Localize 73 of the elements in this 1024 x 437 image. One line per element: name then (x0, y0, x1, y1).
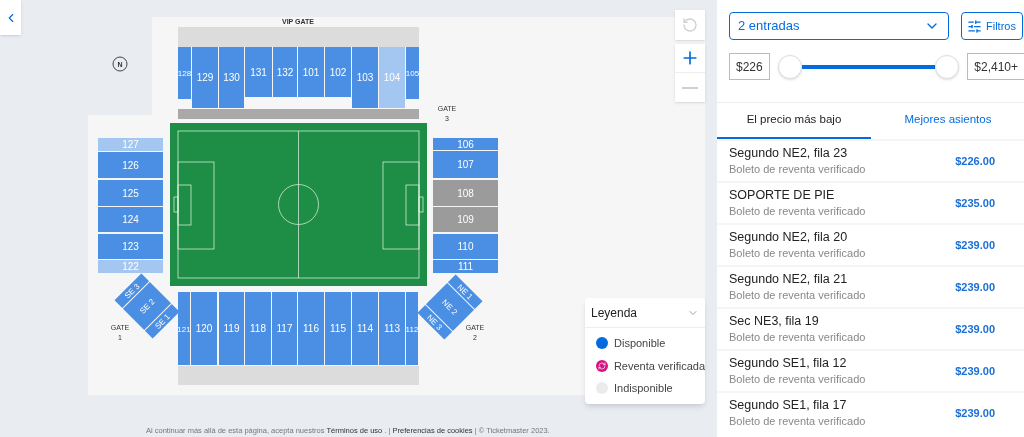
listing-row[interactable]: Segundo NE2, fila 20 Boleto de reventa verificado $239.00 (717, 225, 1024, 265)
seating-section[interactable]: 123 (98, 234, 163, 259)
seating-section[interactable]: 111 (433, 260, 498, 273)
seating-section[interactable]: 122 (98, 260, 163, 273)
seating-section[interactable]: 109 (433, 207, 498, 232)
listing-price: $239.00 (955, 405, 995, 421)
legend-title: Leyenda (591, 304, 638, 322)
listing-subtitle: Boleto de reventa verificado (729, 330, 866, 345)
listing-subtitle: Boleto de reventa verificado (729, 246, 866, 261)
seating-section[interactable]: 125 (98, 180, 163, 206)
tab[interactable]: Mejores asientos (871, 103, 1024, 139)
sliders-icon (967, 18, 982, 34)
seating-section[interactable]: 117 (272, 292, 297, 365)
listing-title: Segundo SE1, fila 12 (729, 355, 848, 372)
listing-price: $239.00 (955, 363, 995, 379)
seating-section[interactable]: 107 (433, 151, 498, 178)
seating-section[interactable]: 124 (98, 207, 163, 232)
legend-label: Disponible (614, 336, 666, 351)
slider-thumb[interactable] (777, 54, 802, 79)
seating-section[interactable]: 103 (352, 47, 378, 108)
listing-title: Segundo NE2, fila 20 (729, 229, 849, 246)
listing-title: Segundo NE2, fila 23 (729, 145, 849, 162)
seating-section[interactable]: 118 (245, 292, 271, 365)
min-price-field[interactable]: $226 (729, 53, 770, 80)
seating-section[interactable]: 130 (219, 47, 244, 108)
seating-section[interactable]: 126 (98, 152, 163, 178)
seating-section[interactable]: 104 (379, 47, 405, 108)
listing-title: Sec NE3, fila 19 (729, 313, 820, 330)
seating-section[interactable]: 120 (191, 292, 217, 365)
seating-section[interactable]: 116 (298, 292, 324, 365)
listing-price: $239.00 (955, 279, 995, 295)
listing-subtitle: Boleto de reventa verificado (729, 414, 866, 429)
listing-row[interactable]: Segundo NE2, fila 21 Boleto de reventa verificado $239.00 (717, 267, 1024, 307)
seating-section[interactable]: 112 (405, 292, 419, 365)
seating-section[interactable]: 110 (433, 234, 498, 259)
listing-row[interactable]: Segundo SE1, fila 12 Boleto de reventa verificado $239.00 (717, 351, 1024, 391)
listing-title: Segundo SE1, fila 17 (729, 397, 848, 414)
quantity-value: 2 entradas (738, 17, 800, 36)
seating-section[interactable]: 101 (298, 47, 324, 97)
seating-section[interactable]: 119 (219, 292, 244, 365)
listing-price: $239.00 (955, 321, 995, 337)
listing-subtitle: Boleto de reventa verificado (729, 162, 866, 177)
listing-price: $235.00 (955, 195, 995, 211)
listing-row[interactable]: Sec NE3, fila 19 Boleto de reventa verificado $239.00 (717, 309, 1024, 349)
listing-row[interactable]: SOPORTE DE PIE Boleto de reventa verificado $235.00 (717, 183, 1024, 223)
back-button[interactable] (0, 0, 21, 35)
seating-section[interactable]: 114 (352, 292, 378, 365)
slider-thumb[interactable] (935, 54, 960, 79)
seating-section[interactable]: 108 (433, 180, 498, 206)
quantity-dropdown[interactable]: 2 entradas (729, 12, 949, 40)
seating-section[interactable]: 115 (325, 292, 351, 365)
seating-section[interactable]: 127 (98, 138, 163, 151)
max-price-field[interactable]: $2,410+ (967, 53, 1024, 80)
listing-title: Segundo NE2, fila 21 (729, 271, 849, 288)
listing-price: $226.00 (955, 153, 995, 169)
seating-section[interactable]: 102 (325, 47, 351, 97)
seating-section[interactable]: 113 (379, 292, 405, 365)
listing-price: $239.00 (955, 237, 995, 253)
seating-section[interactable]: 106 (433, 138, 498, 150)
seating-section[interactable]: 132 (273, 47, 297, 97)
listing-row[interactable]: Segundo NE2, fila 23 Boleto de reventa verificado $226.00 (717, 141, 1024, 181)
seating-section[interactable]: 128 (177, 47, 192, 99)
listing-subtitle: Boleto de reventa verificado (729, 204, 866, 219)
listing-subtitle: Boleto de reventa verificado (729, 372, 866, 387)
seating-section[interactable]: 105 (405, 47, 420, 99)
filters-button[interactable]: Filtros (961, 12, 1023, 40)
seating-section[interactable]: 129 (192, 47, 218, 108)
seating-section[interactable]: 131 (245, 47, 272, 97)
legend-label: Indisponible (614, 381, 673, 396)
listing-row[interactable]: Segundo SE1, fila 17 Boleto de reventa verificado $239.00 (717, 393, 1024, 433)
listing-title: SOPORTE DE PIE (729, 187, 836, 204)
listing-subtitle: Boleto de reventa verificado (729, 288, 866, 303)
legend-label: Reventa verificada (613, 358, 705, 374)
